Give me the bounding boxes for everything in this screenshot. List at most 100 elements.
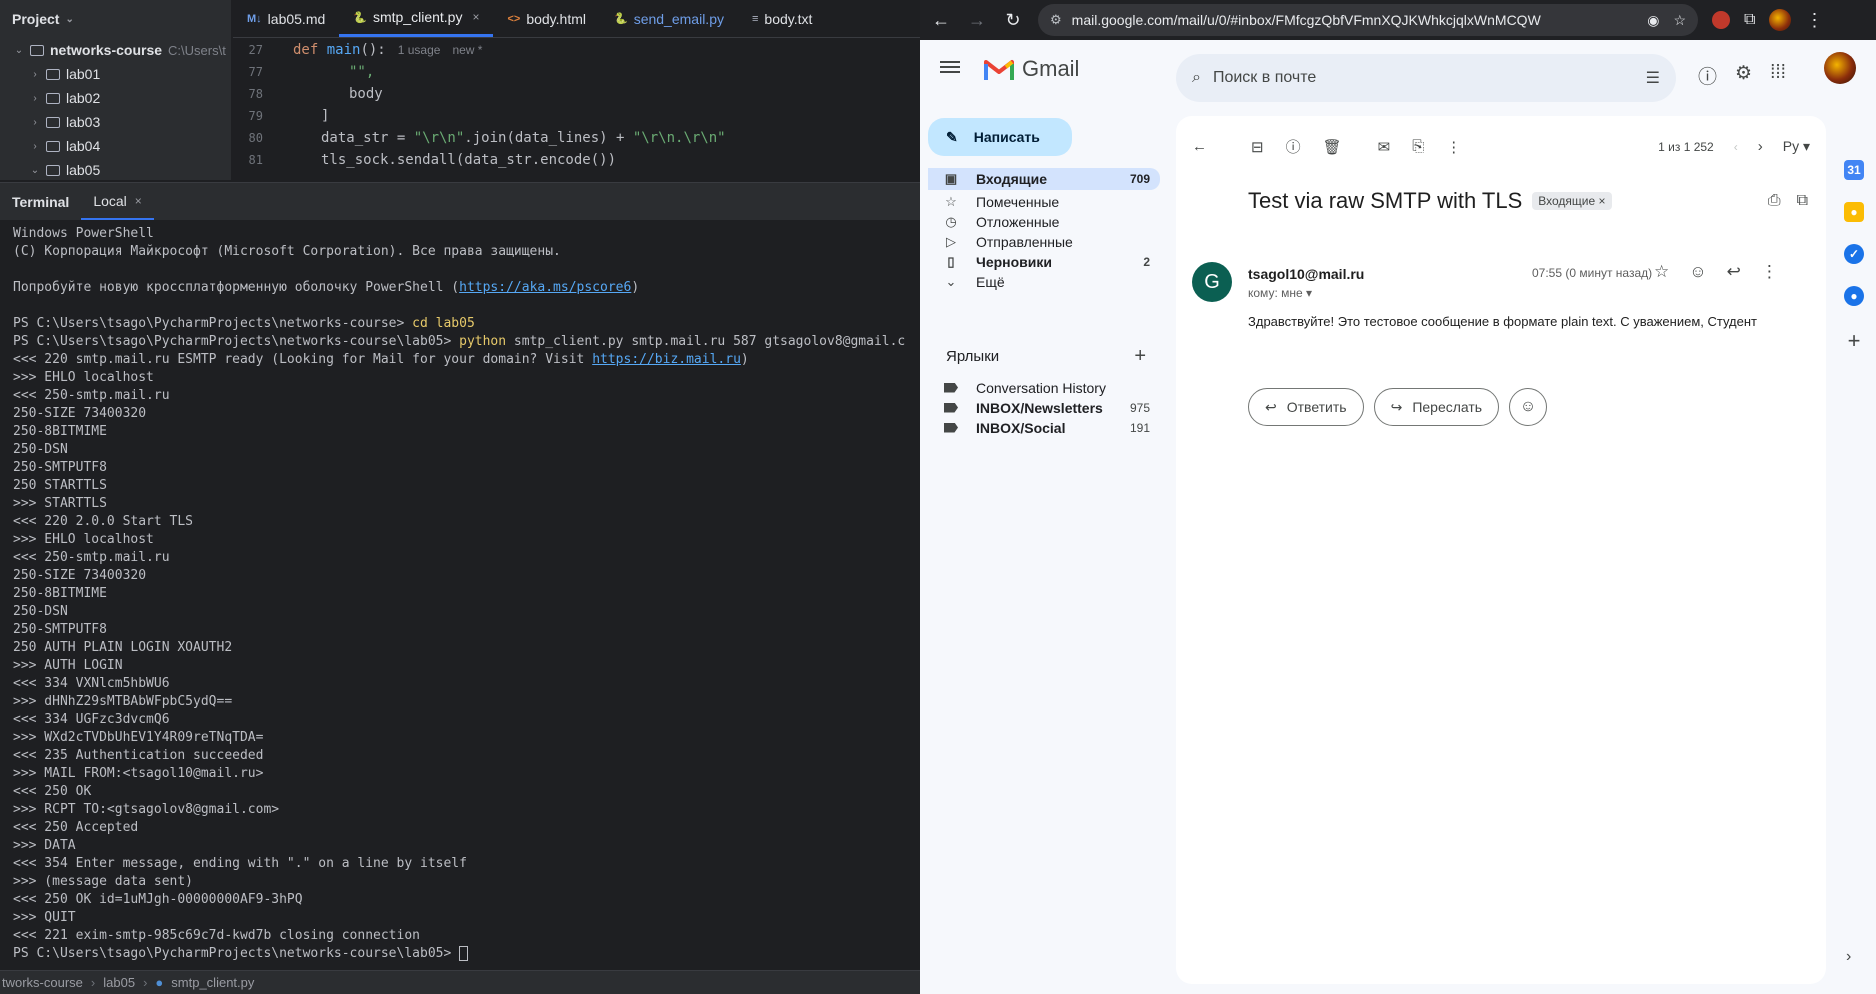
- terminal-output[interactable]: Windows PowerShell (C) Корпорация Майкро…: [0, 220, 920, 970]
- close-icon[interactable]: ×: [472, 10, 479, 24]
- filter-options-icon[interactable]: ☰: [1646, 68, 1660, 88]
- tab-body-html[interactable]: <> body.html: [493, 0, 600, 37]
- line-number: 78: [248, 87, 263, 101]
- terminal-line: <<< 220 smtp.mail.ru ESMTP ready (Lookin…: [13, 351, 920, 369]
- nav-item-inbox[interactable]: ▣ Входящие 709: [928, 168, 1160, 190]
- nav-item-snoozed[interactable]: ◷ Отложенные: [928, 212, 1160, 232]
- chevron-left-icon[interactable]: ‹: [1734, 140, 1738, 154]
- tree-folder-lab02[interactable]: › lab02: [0, 86, 231, 110]
- forward-label: Переслать: [1412, 399, 1483, 415]
- add-addon-plus-icon[interactable]: +: [1848, 328, 1861, 354]
- extension-icon[interactable]: [1712, 11, 1730, 29]
- breadcrumb-item[interactable]: lab05: [103, 975, 135, 990]
- terminal-line: >>> EHLO localhost: [13, 370, 154, 385]
- project-panel-header[interactable]: Project ⌄: [0, 0, 231, 38]
- gear-icon[interactable]: ⚙: [1735, 62, 1752, 89]
- pencil-icon: ✎: [946, 128, 958, 145]
- code-editor[interactable]: 27 def main (): 1 usage new * 77 "", 78 …: [233, 39, 920, 180]
- sender-address[interactable]: tsagol10@mail.ru: [1248, 266, 1364, 282]
- emoji-reaction-button[interactable]: ☺: [1509, 388, 1548, 426]
- terminal-line: (C) Корпорация Майкрософт (Microsoft Cor…: [13, 244, 561, 259]
- more-vert-icon[interactable]: ⋮: [1446, 138, 1461, 156]
- tasks-icon[interactable]: ✓: [1844, 244, 1864, 264]
- more-vert-icon[interactable]: ⋮: [1761, 262, 1778, 282]
- input-language-select[interactable]: Ру ▾: [1783, 138, 1810, 155]
- add-label-plus-icon[interactable]: +: [1134, 346, 1146, 366]
- terminal-link[interactable]: https://biz.mail.ru: [592, 352, 741, 367]
- menu-icon[interactable]: [940, 58, 960, 74]
- report-spam-icon[interactable]: ⓘ: [1286, 136, 1301, 157]
- terminal-text: Попробуйте новую кроссплатформенную обол…: [13, 280, 460, 295]
- label-item-conversation-history[interactable]: Conversation History: [928, 378, 1160, 398]
- tab-lab05-md[interactable]: M↓ lab05.md: [233, 0, 339, 37]
- tree-folder-lab04[interactable]: › lab04: [0, 134, 231, 158]
- tree-folder-lab05[interactable]: ⌄ lab05: [0, 158, 231, 180]
- archive-icon[interactable]: ⊟: [1251, 138, 1264, 156]
- calendar-icon[interactable]: 31: [1844, 160, 1864, 180]
- compose-label: Написать: [973, 129, 1040, 145]
- tab-terminal-local[interactable]: Local ×: [81, 183, 154, 220]
- tree-folder-lab01[interactable]: › lab01: [0, 62, 231, 86]
- gmail-logo[interactable]: Gmail: [984, 56, 1079, 82]
- print-icon[interactable]: ⎙: [1768, 192, 1781, 210]
- nav-item-drafts[interactable]: ▯ Черновики 2: [928, 252, 1160, 272]
- search-icon[interactable]: ⌕: [1192, 69, 1201, 87]
- terminal-prompt: PS C:\Users\tsago\PycharmProjects\networ…: [13, 334, 460, 349]
- breadcrumb-item[interactable]: smtp_client.py: [171, 975, 254, 990]
- keep-icon[interactable]: ●: [1844, 202, 1864, 222]
- reply-button[interactable]: ↩ Ответить: [1248, 388, 1364, 426]
- nav-item-more[interactable]: ⌄ Ещё: [928, 272, 1160, 292]
- help-icon[interactable]: ⓘ: [1698, 62, 1717, 89]
- tab-label: body.txt: [764, 10, 813, 27]
- compose-button[interactable]: ✎ Написать: [928, 118, 1072, 156]
- more-menu-icon[interactable]: ⋮: [1805, 10, 1823, 31]
- nav-label: Входящие: [976, 171, 1047, 187]
- usage-hint[interactable]: 1 usage: [398, 43, 441, 57]
- tab-send-email-py[interactable]: 🐍 send_email.py: [600, 0, 738, 37]
- trash-icon[interactable]: 🗑: [1323, 138, 1342, 156]
- message-view: ← ⊟ ⓘ 🗑 ✉ ⎘ ⋮ 1 из 1 252 ‹ › Ру ▾ Test v: [1176, 116, 1826, 984]
- search-bar[interactable]: ⌕ Поиск в почте ☰: [1176, 54, 1676, 102]
- mark-unread-icon[interactable]: ✉: [1378, 138, 1391, 156]
- emoji-react-icon[interactable]: ☺: [1689, 262, 1706, 282]
- nav-item-sent[interactable]: ▷ Отправленные: [928, 232, 1160, 252]
- profile-avatar[interactable]: [1769, 9, 1792, 31]
- contacts-icon[interactable]: ●: [1844, 286, 1864, 306]
- account-avatar[interactable]: [1824, 52, 1856, 84]
- address-bar[interactable]: ⚙ mail.google.com/mail/u/0/#inbox/FMfcgz…: [1038, 4, 1698, 36]
- sender-avatar[interactable]: G: [1192, 262, 1232, 302]
- search-input[interactable]: Поиск в почте: [1213, 69, 1634, 87]
- site-settings-icon[interactable]: ⚙: [1050, 12, 1062, 28]
- breadcrumb-item[interactable]: tworks-course: [2, 975, 83, 990]
- tab-smtp-client-py[interactable]: 🐍 smtp_client.py ×: [339, 0, 494, 37]
- reload-icon[interactable]: ↻: [1002, 10, 1024, 31]
- apps-grid-icon[interactable]: ⁞⁞⁞: [1770, 62, 1786, 89]
- back-arrow-icon[interactable]: ←: [930, 10, 952, 31]
- bookmark-star-icon[interactable]: ☆: [1673, 12, 1686, 29]
- star-icon[interactable]: ☆: [1654, 262, 1669, 282]
- tree-folder-lab03[interactable]: › lab03: [0, 110, 231, 134]
- nav-item-starred[interactable]: ☆ Помеченные: [928, 192, 1160, 212]
- chevron-right-icon[interactable]: ›: [1846, 948, 1851, 966]
- close-icon[interactable]: ×: [135, 194, 142, 208]
- open-new-window-icon[interactable]: ⧉: [1797, 192, 1808, 210]
- project-panel: Project ⌄ ⌄ networks-course C:\Users\t ›…: [0, 0, 232, 180]
- terminal-line: <<< 334 UGFzc3dvcmQ6: [13, 712, 170, 727]
- puzzle-extensions-icon[interactable]: ⧉: [1744, 11, 1755, 29]
- back-arrow-icon[interactable]: ←: [1192, 138, 1207, 155]
- label-item-social[interactable]: INBOX/Social 191: [928, 418, 1160, 438]
- forward-button[interactable]: ↪ Переслать: [1373, 388, 1500, 426]
- tab-body-txt[interactable]: ≡ body.txt: [738, 0, 826, 37]
- move-to-folder-icon[interactable]: ⎘: [1412, 138, 1424, 155]
- terminal-link[interactable]: https://aka.ms/pscore6: [459, 280, 631, 295]
- tree-root-networks-course[interactable]: ⌄ networks-course C:\Users\t: [0, 38, 231, 62]
- forward-arrow-icon[interactable]: →: [966, 10, 988, 31]
- chevron-right-icon[interactable]: ›: [1758, 138, 1763, 155]
- label-item-newsletters[interactable]: INBOX/Newsletters 975: [928, 398, 1160, 418]
- eye-icon[interactable]: ◉: [1647, 12, 1659, 29]
- recipient-details[interactable]: кому: мне ▾: [1248, 286, 1312, 300]
- inbox-icon: ▣: [944, 171, 958, 186]
- inbox-label-chip[interactable]: Входящие ×: [1532, 192, 1612, 210]
- reply-icon[interactable]: ↩: [1727, 262, 1741, 282]
